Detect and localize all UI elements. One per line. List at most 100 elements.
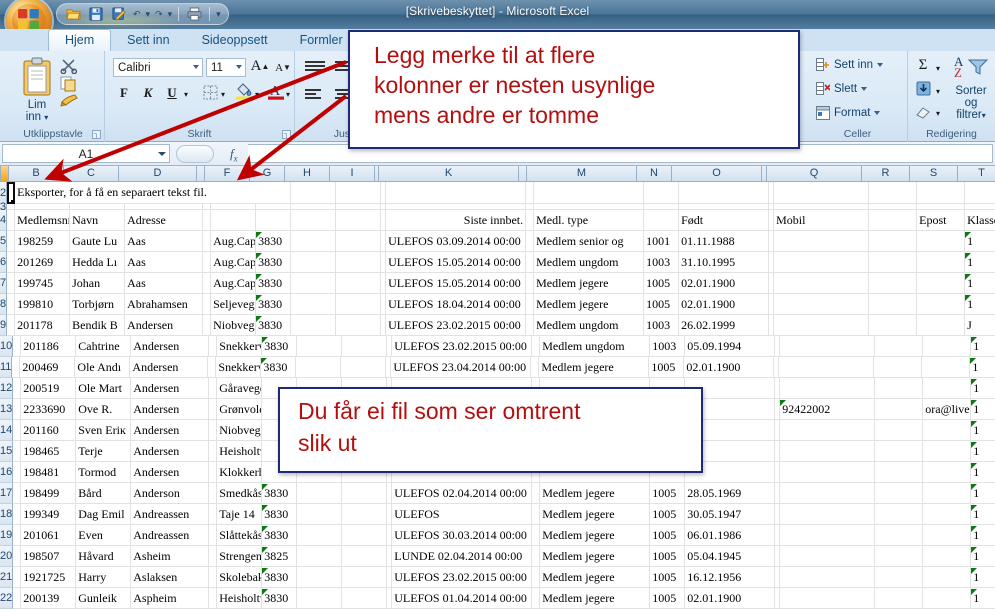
cell-M17[interactable]: Medlem jegere (540, 483, 651, 504)
row-header-9[interactable]: 9 (0, 315, 8, 336)
redo-icon[interactable]: ↷ (154, 9, 164, 20)
cell-L22[interactable] (532, 588, 541, 609)
cell-H11[interactable] (296, 357, 342, 378)
customize-qat-icon[interactable]: ▾ (215, 9, 222, 20)
row-header-4[interactable]: 4 (0, 210, 8, 231)
cell-M7[interactable]: Medlem jegere (534, 273, 645, 294)
cell-T15[interactable]: 1 (971, 441, 995, 462)
cell-C22[interactable]: Gunleik (76, 588, 132, 609)
row-header-15[interactable]: 15 (0, 441, 14, 462)
cell-K2[interactable] (386, 182, 527, 204)
column-header-c[interactable]: C (64, 166, 119, 182)
row-header-20[interactable]: 20 (0, 546, 14, 567)
cell-A5[interactable] (7, 231, 16, 252)
cell-Q16[interactable] (780, 462, 876, 483)
cell-K21[interactable]: ULEFOS 23.02.2015 00:00 (392, 567, 533, 588)
cell-K7[interactable]: ULEFOS 15.05.2014 00:00 (386, 273, 527, 294)
cell-O21[interactable]: 16.12.1956 (685, 567, 776, 588)
cell-B14[interactable]: 201160 (21, 420, 77, 441)
cell-R18[interactable] (875, 504, 924, 525)
cell-O5[interactable]: 01.11.1988 (679, 231, 770, 252)
cell-H7[interactable] (291, 273, 337, 294)
cell-E19[interactable] (209, 525, 218, 546)
cell-D18[interactable]: Andreassen (131, 504, 210, 525)
cell-N19[interactable]: 1005 (650, 525, 686, 546)
cell-T9[interactable]: J (965, 315, 995, 336)
cell-T10[interactable]: 1 (971, 336, 995, 357)
cell-N18[interactable]: 1005 (650, 504, 686, 525)
cell-E8[interactable] (203, 294, 212, 315)
column-header-r[interactable]: R (862, 166, 910, 182)
cell-A13[interactable] (13, 399, 22, 420)
cell-L2[interactable] (526, 182, 535, 204)
underline-dropdown-icon[interactable]: ▾ (181, 84, 191, 105)
cell-E17[interactable] (209, 483, 218, 504)
cell-I17[interactable] (342, 483, 388, 504)
cell-T21[interactable]: 1 (971, 567, 995, 588)
cell-Q5[interactable] (774, 231, 870, 252)
cell-H6[interactable] (291, 252, 337, 273)
cell-G4[interactable] (256, 210, 292, 231)
cell-I6[interactable] (336, 252, 382, 273)
cell-A18[interactable] (13, 504, 22, 525)
cell-Q19[interactable] (780, 525, 876, 546)
column-header-m[interactable]: M (527, 166, 637, 182)
cell-R22[interactable] (875, 588, 924, 609)
cell-S12[interactable] (923, 378, 972, 399)
cell-R8[interactable] (869, 294, 918, 315)
column-header-i[interactable]: I (330, 166, 375, 182)
cell-G17[interactable]: 3830 (262, 483, 298, 504)
cell-B13[interactable]: 2233690 (21, 399, 77, 420)
cell-F18[interactable]: Taje 14 (217, 504, 263, 525)
cell-R10[interactable] (875, 336, 924, 357)
cell-T17[interactable]: 1 (971, 483, 995, 504)
cell-H2[interactable] (291, 182, 337, 204)
cell-T7[interactable]: 1 (965, 273, 995, 294)
cell-Q18[interactable] (780, 504, 876, 525)
cell-O2[interactable] (679, 182, 770, 204)
cell-C7[interactable]: Johan (70, 273, 126, 294)
cell-C21[interactable]: Harry (76, 567, 132, 588)
cell-D10[interactable]: Andersen (131, 336, 210, 357)
cell-T8[interactable]: 1 (965, 294, 995, 315)
cell-O10[interactable]: 05.09.1994 (685, 336, 776, 357)
cell-H20[interactable] (297, 546, 343, 567)
cell-R6[interactable] (869, 252, 918, 273)
cell-K20[interactable]: LUNDE 02.04.2014 00:00 (392, 546, 533, 567)
cell-Q8[interactable] (774, 294, 870, 315)
name-box-dropdown-icon[interactable] (158, 152, 166, 156)
cell-A22[interactable] (13, 588, 22, 609)
cell-B18[interactable]: 199349 (21, 504, 77, 525)
cell-I11[interactable] (341, 357, 387, 378)
cell-E9[interactable] (203, 315, 212, 336)
cell-K18[interactable]: ULEFOS (392, 504, 533, 525)
cell-H19[interactable] (297, 525, 343, 546)
cell-M21[interactable]: Medlem jegere (540, 567, 651, 588)
row-header-7[interactable]: 7 (0, 273, 8, 294)
row-header-11[interactable]: 11 (0, 357, 13, 378)
cell-A21[interactable] (13, 567, 22, 588)
cell-F10[interactable]: Snekkervegen 3 (217, 336, 263, 357)
cell-D15[interactable]: Andersen (131, 441, 210, 462)
cell-A15[interactable] (13, 441, 22, 462)
cell-M20[interactable]: Medlem jegere (540, 546, 651, 567)
cell-Q13[interactable]: 92422002 (780, 399, 876, 420)
cell-E22[interactable] (209, 588, 218, 609)
cell-S19[interactable] (923, 525, 972, 546)
cell-M18[interactable]: Medlem jegere (540, 504, 651, 525)
cell-E10[interactable] (209, 336, 218, 357)
cell-S18[interactable] (923, 504, 972, 525)
cell-S14[interactable] (923, 420, 972, 441)
cell-S5[interactable] (917, 231, 966, 252)
cell-D22[interactable]: Aspheim (131, 588, 210, 609)
cell-G18[interactable]: 3830 (262, 504, 298, 525)
cell-H18[interactable] (297, 504, 343, 525)
cell-G21[interactable]: 3830 (262, 567, 298, 588)
cell-T16[interactable]: 1 (971, 462, 995, 483)
cell-M2[interactable] (534, 182, 645, 204)
row-header-6[interactable]: 6 (0, 252, 8, 273)
cell-Q12[interactable] (780, 378, 876, 399)
sort-filter-button[interactable]: A Z Sorter og filtrer▾ (948, 54, 994, 122)
cell-G5[interactable]: 3830 (256, 231, 292, 252)
cell-M19[interactable]: Medlem jegere (540, 525, 651, 546)
